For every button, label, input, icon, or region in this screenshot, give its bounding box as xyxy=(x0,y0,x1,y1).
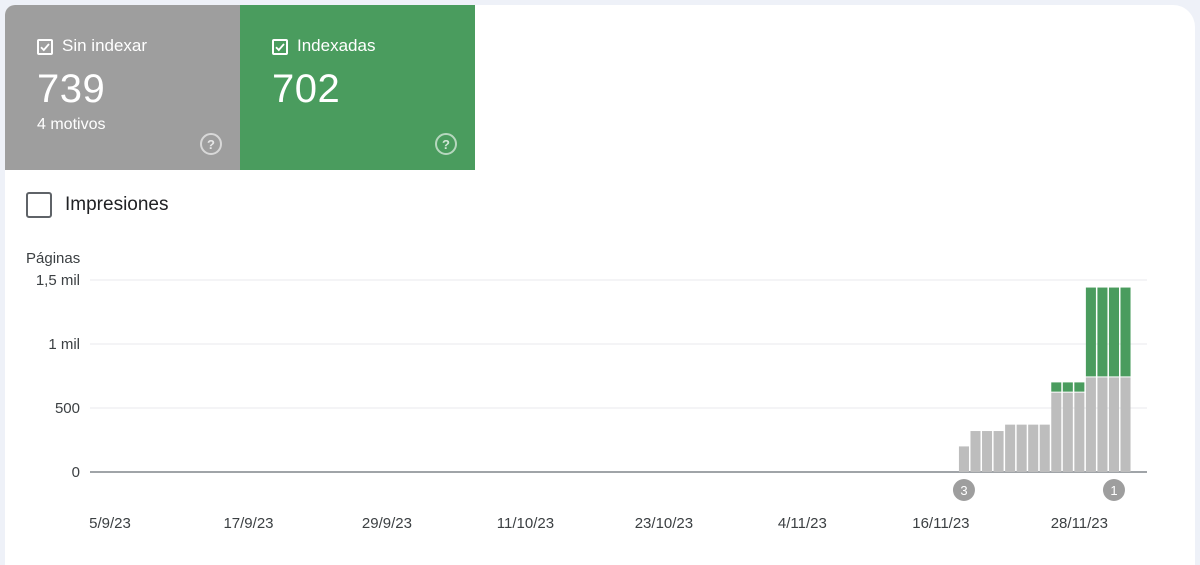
y-tick-label: 0 xyxy=(72,464,80,481)
pages-chart: Páginas 0 500 1 mil 1,5 mil 5/9/23 17/9/23 29/9… xyxy=(26,250,1147,532)
x-tick-label: 28/11/23 xyxy=(1051,515,1108,532)
bar-sin-indexar xyxy=(982,431,993,472)
bar-sin-indexar xyxy=(970,431,981,472)
x-tick-label: 29/9/23 xyxy=(362,515,412,532)
bar-indexadas xyxy=(1074,382,1085,392)
bar-sin-indexar xyxy=(958,446,969,472)
x-tick-label: 4/11/23 xyxy=(778,515,827,532)
bar-sin-indexar xyxy=(1005,424,1016,472)
annotation-label: 3 xyxy=(960,483,967,498)
y-tick-label: 500 xyxy=(55,400,80,417)
bar-sin-indexar xyxy=(1039,424,1050,472)
page-indexing-card: Sin indexar 739 4 motivos ? Indexadas 70… xyxy=(5,5,1195,565)
y-axis-title: Páginas xyxy=(26,250,80,267)
bar-sin-indexar xyxy=(993,431,1004,472)
x-tick-label: 11/10/23 xyxy=(497,515,554,532)
bar-indexadas xyxy=(1051,382,1062,392)
x-tick-label: 16/11/23 xyxy=(912,515,969,532)
bar-sin-indexar xyxy=(1120,377,1131,472)
annotation-label: 1 xyxy=(1110,483,1117,498)
bar-sin-indexar xyxy=(1074,392,1085,472)
x-tick-label: 5/9/23 xyxy=(89,515,131,532)
x-tick-label: 23/10/23 xyxy=(635,515,693,532)
bar-indexadas xyxy=(1062,382,1073,392)
bar-sin-indexar xyxy=(1062,392,1073,472)
bar-indexadas xyxy=(1085,287,1096,377)
y-tick-label: 1 mil xyxy=(48,336,80,353)
x-tick-label: 17/9/23 xyxy=(223,515,273,532)
bar-indexadas xyxy=(1120,287,1131,377)
bar-indexadas xyxy=(1097,287,1108,377)
bar-sin-indexar xyxy=(1085,377,1096,472)
y-tick-label: 1,5 mil xyxy=(36,272,80,289)
bar-sin-indexar xyxy=(1028,424,1039,472)
bar-sin-indexar xyxy=(1016,424,1027,472)
bar-sin-indexar xyxy=(1097,377,1108,472)
bar-sin-indexar xyxy=(1108,377,1119,472)
bar-indexadas xyxy=(1108,287,1119,377)
bar-sin-indexar xyxy=(1051,392,1062,472)
